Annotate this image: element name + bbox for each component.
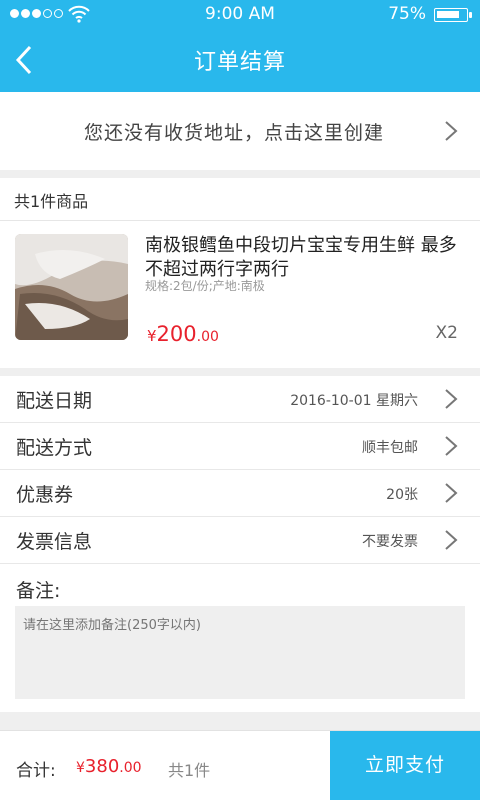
chevron-right-icon: [444, 435, 458, 457]
address-prompt: 您还没有收货地址，点击这里创建: [84, 122, 385, 144]
option-label: 优惠券: [16, 484, 74, 506]
option-delivery-method[interactable]: 配送方式 顺丰包邮: [0, 423, 480, 470]
divider: [0, 220, 480, 221]
memo-input[interactable]: [15, 606, 465, 699]
battery-icon: [434, 8, 472, 22]
option-invoice[interactable]: 发票信息 不要发票: [0, 517, 480, 564]
price-symbol: ¥: [147, 327, 157, 345]
product-image[interactable]: [15, 234, 128, 340]
memo-label: 备注:: [16, 580, 61, 602]
header: 9:00 AM 75% 订单结算: [0, 0, 480, 92]
option-delivery-date[interactable]: 配送日期 2016-10-01 星期六: [0, 376, 480, 423]
chevron-right-icon: [444, 388, 458, 410]
order-options: 配送日期 2016-10-01 星期六 配送方式 顺丰包邮 优惠券 20张 发票…: [0, 376, 480, 712]
option-value: 不要发票: [362, 534, 418, 550]
pay-button[interactable]: 立即支付: [330, 731, 480, 800]
checkout-bar: 合计: ¥380.00 共1件 立即支付: [0, 730, 480, 800]
total-count: 共1件: [168, 761, 211, 780]
chevron-right-icon: [444, 482, 458, 504]
option-value: 2016-10-01 星期六: [290, 393, 418, 409]
fish-image: [15, 234, 128, 340]
product-spec: 规格:2包/份;产地:南极: [145, 279, 265, 293]
chevron-right-icon: [444, 120, 458, 142]
page-title: 订单结算: [193, 50, 286, 75]
option-coupon[interactable]: 优惠券 20张: [0, 470, 480, 517]
option-label: 配送方式: [16, 437, 93, 459]
total-label: 合计:: [16, 761, 56, 781]
status-bar: 9:00 AM 75%: [0, 0, 480, 30]
battery-percent: 75%: [388, 4, 426, 24]
option-value: 20张: [386, 487, 418, 503]
option-label: 配送日期: [16, 390, 93, 412]
total-amount: ¥380.00: [76, 756, 142, 777]
option-label: 发票信息: [16, 531, 93, 553]
option-value: 顺丰包邮: [362, 440, 418, 456]
chevron-right-icon: [444, 529, 458, 551]
product-name[interactable]: 南极银鳕鱼中段切片宝宝专用生鲜 最多不超过两行字两行: [145, 234, 465, 282]
price-dec: .00: [196, 329, 219, 345]
total-int: 380: [84, 756, 120, 777]
product-quantity: X2: [435, 323, 458, 343]
total-symbol: ¥: [76, 760, 85, 776]
price-int: 200: [156, 322, 197, 346]
goods-count: 共1件商品: [14, 192, 89, 211]
address-row[interactable]: 您还没有收货地址，点击这里创建: [0, 92, 480, 170]
total-dec: .00: [119, 760, 142, 776]
product-price: ¥200.00: [147, 322, 219, 346]
goods-section: 共1件商品 南极银鳕鱼中段切片宝宝专用生鲜 最多不超过两行字两行 规格:2包/份…: [0, 178, 480, 368]
